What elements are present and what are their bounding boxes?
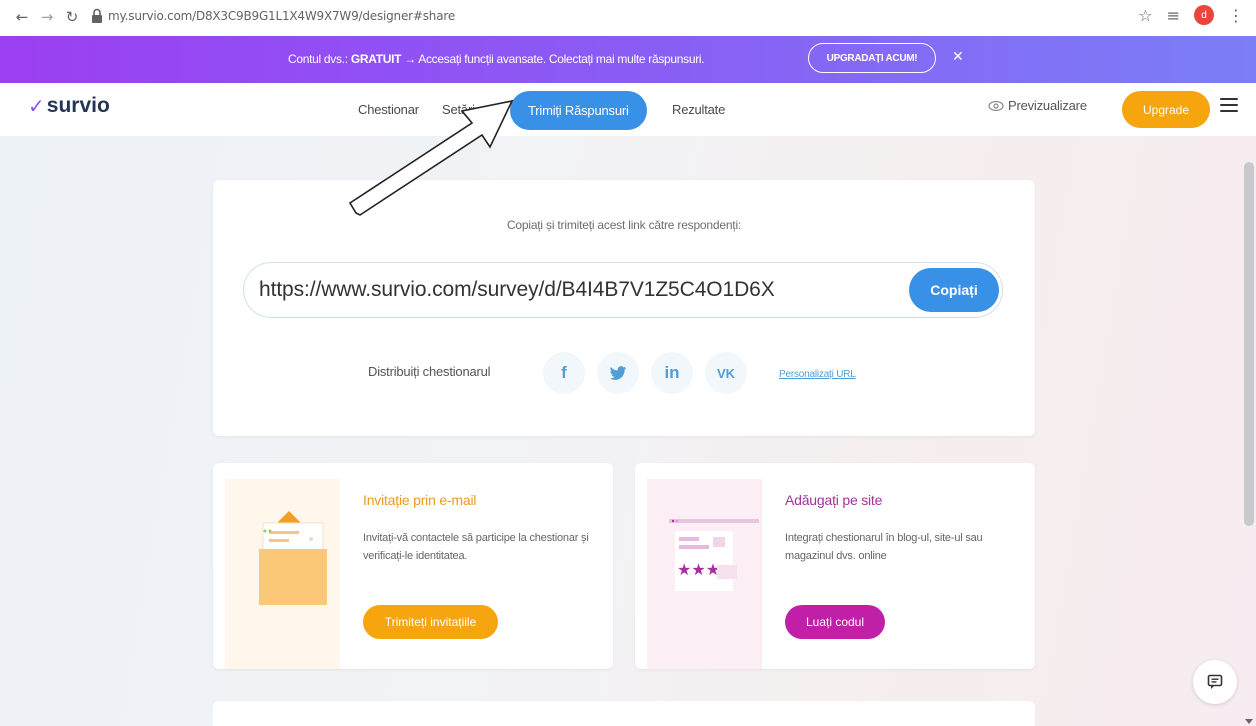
email-card-description: Invitați-vă contactele să participe la c… [363, 532, 589, 562]
next-card-partial [213, 701, 1035, 726]
scrollbar-thumb[interactable] [1244, 162, 1254, 526]
scroll-down-arrow-icon[interactable] [1245, 719, 1253, 724]
page-content: Copiați și trimiteți acest link către re… [0, 136, 1256, 726]
address-bar[interactable]: my.survio.com/D8X3C9B9G1L1X4W9X7W9/desig… [108, 9, 455, 23]
survey-link-field[interactable]: https://www.survio.com/survey/d/B4I4B7V1… [243, 262, 1003, 318]
svg-text:★★★: ★★★ [677, 560, 720, 579]
nav-setari[interactable]: Setări [442, 97, 475, 123]
close-icon[interactable]: ✕ [952, 49, 964, 65]
nav-chestionar[interactable]: Chestionar [358, 97, 419, 123]
nav-rezultate[interactable]: Rezultate [672, 97, 725, 123]
get-code-button[interactable]: Luați codul [785, 605, 885, 639]
eye-icon [988, 100, 1004, 111]
email-card-title: Invitație prin e-mail [363, 492, 477, 508]
facebook-icon[interactable]: f [543, 352, 585, 394]
banner-message: Contul dvs.: GRATUIT → Accesați funcții … [288, 52, 705, 66]
reading-list-icon[interactable]: ≡ [1167, 6, 1180, 25]
feedback-chat-icon[interactable] [1193, 660, 1237, 704]
email-invite-card: Invitație prin e-mail Invitați-vă contac… [213, 463, 613, 669]
upgrade-now-button[interactable]: UPGRADAȚI ACUM! [808, 43, 936, 73]
copy-button[interactable]: Copiați [909, 268, 999, 312]
upgrade-button[interactable]: Upgrade [1122, 91, 1210, 128]
app-header: ✓ survio Chestionar Setări Trimiți Răspu… [0, 83, 1256, 136]
reload-icon[interactable]: ↻ [62, 7, 82, 27]
more-vert-icon[interactable]: ⋮ [1228, 6, 1244, 25]
add-to-site-card: ★★★ Adăugați pe site Integrați chestiona… [635, 463, 1035, 669]
browser-toolbar: ← → ↻ my.survio.com/D8X3C9B9G1L1X4W9X7W9… [0, 0, 1256, 36]
forward-arrow-icon[interactable]: → [37, 7, 57, 27]
site-card-title: Adăugați pe site [785, 492, 883, 508]
back-arrow-icon[interactable]: ← [12, 7, 32, 27]
profile-avatar[interactable]: d [1194, 5, 1214, 25]
star-icon[interactable]: ☆ [1138, 6, 1152, 25]
distribute-label: Distribuiți chestionarul [368, 364, 491, 379]
linkedin-icon[interactable]: in [651, 352, 693, 394]
vk-icon[interactable]: VK [705, 352, 747, 394]
preview-link[interactable]: Previzualizare [988, 98, 1087, 113]
website-illustration: ★★★ [647, 479, 762, 669]
site-card-description: Integrați chestionarul în blog-ul, site-… [785, 532, 983, 562]
upgrade-banner: Contul dvs.: GRATUIT → Accesați funcții … [0, 36, 1256, 83]
survey-link-text[interactable]: https://www.survio.com/survey/d/B4I4B7V1… [259, 278, 775, 302]
hamburger-menu-icon[interactable] [1220, 98, 1238, 116]
share-link-card: Copiați și trimiteți acest link către re… [213, 180, 1035, 436]
email-illustration [225, 479, 340, 669]
check-logo-icon: ✓ [28, 94, 45, 118]
nav-trimiteti-raspunsuri[interactable]: Trimiți Răspunsuri [510, 91, 647, 130]
survio-logo[interactable]: ✓ survio [28, 94, 110, 118]
share-caption: Copiați și trimiteți acest link către re… [506, 218, 742, 232]
lock-icon [92, 8, 102, 23]
send-invitations-button[interactable]: Trimiteți invitațiile [363, 605, 498, 639]
personalize-url-link[interactable]: Personalizați URL [779, 369, 856, 380]
twitter-icon[interactable] [597, 352, 639, 394]
